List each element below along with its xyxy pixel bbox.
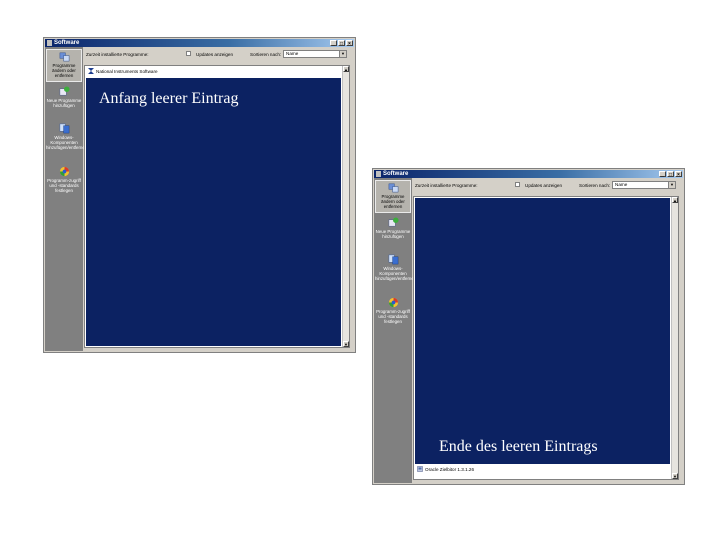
blank-entry[interactable] — [86, 78, 341, 346]
toolbar: Zurzeit installierte Programme: Updates … — [413, 179, 682, 194]
program-defaults-icon — [388, 297, 398, 308]
sidebar-item-label: Programme ändern oder entfernen — [52, 63, 76, 78]
sidebar-item-change-remove[interactable]: Programme ändern oder entfernen — [375, 180, 411, 213]
sidebar: Programme ändern oder entfernen Neue Pro… — [45, 47, 87, 351]
chevron-down-icon[interactable]: ▼ — [668, 182, 675, 188]
window-icon — [47, 40, 52, 46]
installed-programs-label: Zurzeit installierte Programme: — [86, 52, 149, 57]
sidebar-item-label: Programme ändern oder entfernen — [381, 194, 405, 209]
software-window-1: Software _ □ × Programme ändern oder ent… — [43, 37, 356, 353]
chevron-down-icon[interactable]: ▼ — [339, 51, 346, 57]
window-title: Software — [54, 40, 80, 46]
sidebar-item-label: Neue Programme hinzufügen — [375, 229, 411, 239]
change-remove-programs-icon — [59, 52, 69, 62]
window-icon — [376, 171, 381, 177]
list-item[interactable]: National Instruments Software — [87, 67, 341, 76]
sidebar-item-program-defaults[interactable]: Programm-zugriff und -standards festlege… — [46, 165, 82, 203]
sort-value: Name — [286, 51, 299, 56]
close-button[interactable]: × — [346, 40, 353, 47]
vertical-scrollbar[interactable]: ▲ ▼ — [671, 197, 678, 479]
add-programs-icon — [388, 217, 399, 227]
change-remove-programs-icon — [388, 183, 398, 193]
sidebar-item-change-remove[interactable]: Programme ändern oder entfernen — [46, 49, 82, 82]
updates-label: Updates anzeigen — [196, 52, 234, 57]
blank-entry[interactable] — [415, 198, 670, 464]
list-item[interactable]: Oracle Zielbitor 1.3.1.26 — [416, 465, 670, 474]
sidebar-item-add-programs[interactable]: Neue Programme hinzufügen — [375, 216, 411, 249]
windows-components-icon — [388, 254, 398, 265]
toolbar: Zurzeit installierte Programme: Updates … — [84, 48, 353, 63]
sort-label: Sortieren nach: — [250, 52, 282, 57]
sidebar-item-windows-components[interactable]: Windows-Komponenten hinzufügen/entfernen — [46, 122, 87, 160]
scroll-down-button[interactable]: ▼ — [343, 341, 349, 347]
sidebar-item-label: Windows-Komponenten hinzufügen/entfernen — [46, 135, 88, 150]
software-window-2: Software _ □ × Programme ändern oder ent… — [372, 168, 685, 485]
national-instruments-icon — [88, 68, 94, 74]
sort-value: Name — [615, 182, 628, 187]
maximize-button[interactable]: □ — [667, 171, 674, 178]
title-bar[interactable]: Software _ □ × — [374, 170, 683, 178]
window-title: Software — [383, 171, 409, 177]
scroll-down-button[interactable]: ▼ — [672, 473, 678, 479]
minimize-button[interactable]: _ — [659, 171, 666, 178]
windows-components-icon — [59, 123, 69, 134]
sort-dropdown[interactable]: Name ▼ — [283, 50, 347, 58]
program-list: Ende des leeren Eintrags Oracle Zielbito… — [413, 196, 679, 480]
sidebar-item-add-programs[interactable]: Neue Programme hinzufügen — [46, 85, 82, 118]
annotation-end-blank-entry: Ende des leeren Eintrags — [439, 438, 598, 455]
add-programs-icon — [59, 86, 70, 96]
sort-dropdown[interactable]: Name ▼ — [612, 181, 676, 189]
close-button[interactable]: × — [675, 171, 682, 178]
program-icon — [417, 466, 423, 472]
sidebar-item-label: Windows-Komponenten hinzufügen/entfernen — [375, 266, 417, 281]
sort-label: Sortieren nach: — [579, 183, 611, 188]
scroll-up-button[interactable]: ▲ — [343, 66, 349, 72]
sidebar: Programme ändern oder entfernen Neue Pro… — [374, 178, 416, 483]
program-list: National Instruments Software Anfang lee… — [84, 65, 350, 348]
scroll-up-button[interactable]: ▲ — [672, 197, 678, 203]
maximize-button[interactable]: □ — [338, 40, 345, 47]
minimize-button[interactable]: _ — [330, 40, 337, 47]
program-defaults-icon — [59, 166, 69, 177]
list-item-name: National Instruments Software — [96, 69, 158, 74]
sidebar-item-program-defaults[interactable]: Programm-zugriff und -standards festlege… — [375, 296, 411, 334]
updates-checkbox[interactable] — [515, 182, 520, 187]
updates-checkbox[interactable] — [186, 51, 191, 56]
updates-label: Updates anzeigen — [525, 183, 563, 188]
sidebar-item-label: Programm-zugriff und -standards festlege… — [376, 309, 410, 324]
sidebar-item-windows-components[interactable]: Windows-Komponenten hinzufügen/entfernen — [375, 253, 416, 291]
annotation-start-blank-entry: Anfang leerer Eintrag — [99, 90, 239, 107]
vertical-scrollbar[interactable]: ▲ ▼ — [342, 66, 349, 347]
sidebar-item-label: Neue Programme hinzufügen — [46, 98, 82, 108]
installed-programs-label: Zurzeit installierte Programme: — [415, 183, 478, 188]
list-item-name: Oracle Zielbitor 1.3.1.26 — [425, 467, 475, 472]
title-bar[interactable]: Software _ □ × — [45, 39, 354, 47]
sidebar-item-label: Programm-zugriff und -standards festlege… — [47, 178, 81, 193]
